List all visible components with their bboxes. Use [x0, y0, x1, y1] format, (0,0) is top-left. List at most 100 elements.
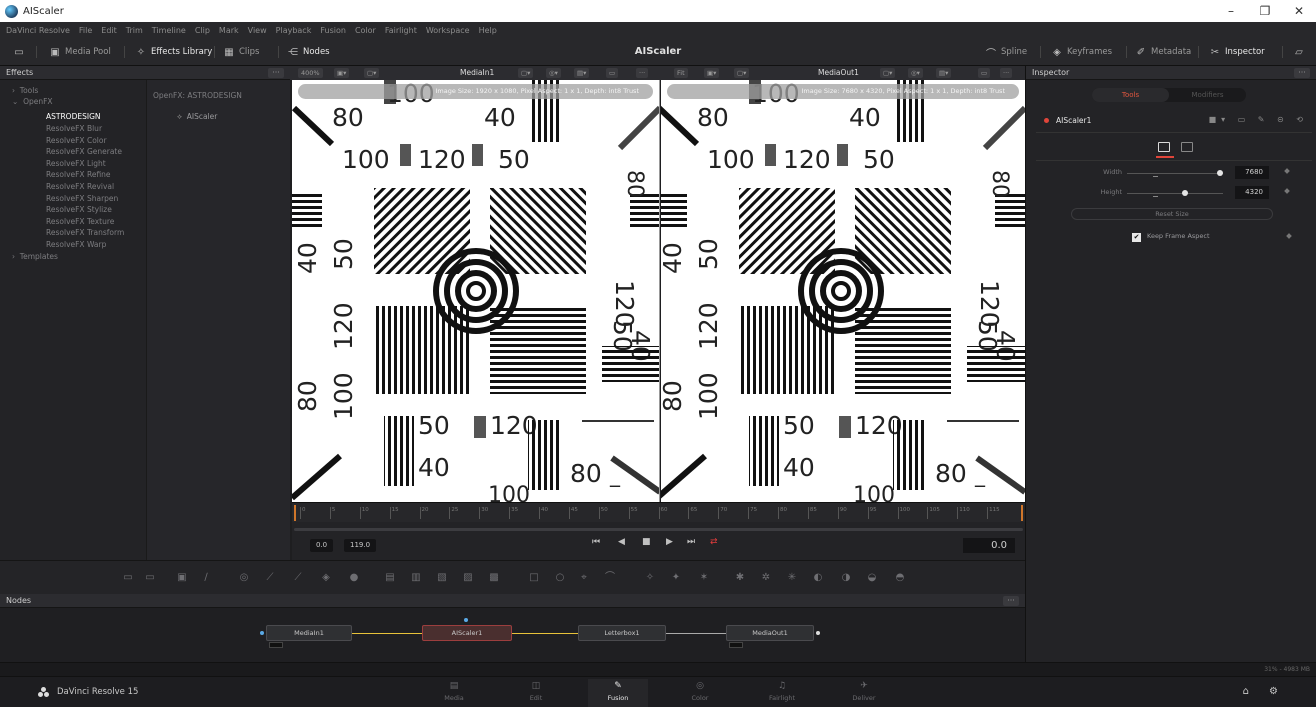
nodes-button[interactable]: ⋲ Nodes	[286, 44, 330, 60]
tree-item-tools[interactable]: › Tools	[12, 85, 38, 96]
render-range-start[interactable]	[294, 505, 296, 521]
height-keyframe-icon[interactable]	[1284, 188, 1290, 194]
particle-emitter-icon[interactable]: ✦	[670, 572, 682, 583]
tree-item-openfx[interactable]: ⌄ OpenFX	[12, 96, 53, 107]
background-tool-icon[interactable]: ▭	[122, 572, 134, 583]
metadata-button[interactable]: ✐ Metadata	[1134, 44, 1191, 60]
page-color[interactable]: ◎ Color	[670, 679, 730, 707]
page-fusion[interactable]: ✎ Fusion	[588, 679, 648, 707]
global-start-field[interactable]: 0.0	[310, 539, 334, 552]
go-to-start-button[interactable]: ⏮	[592, 537, 600, 547]
loader-tool-icon[interactable]: ▤	[384, 572, 396, 583]
page-media[interactable]: ▤ Media	[424, 679, 484, 707]
effects-library-button[interactable]: ✧ Effects Library	[134, 44, 213, 60]
camera3d-tool-icon[interactable]: ◐	[812, 572, 824, 583]
particle-render-icon[interactable]: ✶	[698, 572, 710, 583]
render-range-end[interactable]	[1021, 505, 1023, 521]
viewer-right-roi[interactable]: ▢▾	[734, 68, 750, 78]
toolbar-extra-button[interactable]: ▱	[1292, 44, 1309, 60]
loop-button[interactable]: ⇄	[710, 537, 718, 547]
effects-options-button[interactable]: ···	[268, 68, 284, 78]
stop-button[interactable]: ■	[642, 537, 651, 547]
page-fairlight[interactable]: ♫ Fairlight	[752, 679, 812, 707]
node-mask-port[interactable]	[464, 618, 468, 622]
tree-item-resolvefx-blur[interactable]: ResolveFX Blur	[46, 123, 102, 134]
merge3d-tool-icon[interactable]: ✳	[786, 572, 798, 583]
bspline-mask-icon[interactable]: ⌒	[604, 572, 616, 583]
tree-item-resolvefx-texture[interactable]: ResolveFX Texture	[46, 216, 114, 227]
menu-view[interactable]: View	[248, 26, 267, 35]
node-input-port[interactable]	[260, 631, 264, 635]
node-letterbox1[interactable]: Letterbox1	[578, 625, 666, 641]
color-tool-icon[interactable]: ◈	[320, 572, 332, 583]
reset-size-button[interactable]: Reset Size	[1071, 208, 1273, 220]
minimize-button[interactable]: –	[1214, 0, 1248, 22]
width-slider-knob[interactable]	[1217, 170, 1223, 176]
menu-file[interactable]: File	[79, 26, 92, 35]
node-aiscaler1[interactable]: AIScaler1	[422, 625, 512, 641]
tree-item-resolvefx-refine[interactable]: ResolveFX Refine	[46, 169, 111, 180]
viewer-right-option-2[interactable]: ◎▾	[908, 68, 923, 78]
media-pool-button[interactable]: ▣ Media Pool	[48, 44, 111, 60]
settings-icon[interactable]: ⚙	[1269, 686, 1298, 697]
tool-row-actions[interactable]: ■▾ ▭ ✎ ⊝ ⟲	[1209, 115, 1308, 124]
play-reverse-button[interactable]: ◀	[618, 537, 625, 547]
global-end-field[interactable]: 119.0	[344, 539, 377, 552]
menu-color[interactable]: Color	[355, 26, 376, 35]
controls-page-tab[interactable]	[1158, 142, 1170, 152]
node-output-port[interactable]	[816, 631, 820, 635]
tree-item-astrodesign[interactable]: ASTRODESIGN	[46, 111, 101, 122]
viewer-right-channels[interactable]: ▣▾	[704, 68, 720, 78]
particle-tool-icon[interactable]: ✧	[644, 572, 656, 583]
viewer-left-option-4[interactable]: ▭	[606, 68, 619, 78]
width-value-field[interactable]: 7680	[1235, 166, 1269, 179]
spline-button[interactable]: ⌒ Spline	[984, 44, 1027, 60]
height-slider-knob[interactable]	[1182, 190, 1188, 196]
light3d-tool-icon[interactable]: ◑	[840, 572, 852, 583]
viewer-left[interactable]: 100 80 100 120 40 50 40 50 120 80	[292, 80, 660, 502]
clips-button[interactable]: ▦ Clips	[222, 44, 259, 60]
crop-tool-icon[interactable]: ▩	[488, 572, 500, 583]
viewer-right-option-3[interactable]: ▤▾	[936, 68, 952, 78]
text-tool-icon[interactable]: ▣	[176, 572, 188, 583]
height-slider-track[interactable]	[1127, 193, 1223, 194]
viewer-left-roi[interactable]: ▢▾	[364, 68, 380, 78]
page-edit[interactable]: ◫ Edit	[506, 679, 566, 707]
channel-tool-icon[interactable]: ▧	[436, 572, 448, 583]
current-time-field[interactable]: 0.0	[963, 538, 1015, 553]
effect-item-aiscaler[interactable]: ⟡ AIScaler	[177, 111, 217, 122]
keep-aspect-keyframe-icon[interactable]	[1286, 233, 1292, 239]
menu-timeline[interactable]: Timeline	[152, 26, 186, 35]
keep-frame-aspect-checkbox[interactable]: ✔ Keep Frame Aspect	[1132, 231, 1210, 242]
tree-item-templates[interactable]: › Templates	[12, 251, 58, 262]
menu-mark[interactable]: Mark	[219, 26, 239, 35]
tab-tools[interactable]: Tools	[1092, 88, 1169, 102]
viewer-right-option-4[interactable]: ▭	[978, 68, 991, 78]
tree-item-resolvefx-revival[interactable]: ResolveFX Revival	[46, 181, 114, 192]
menu-help[interactable]: Help	[479, 26, 497, 35]
viewer-right-zoom[interactable]: Fit	[674, 68, 688, 78]
polygon-mask-icon[interactable]: ⌖	[578, 572, 590, 583]
maximize-button[interactable]: ❐	[1248, 0, 1282, 22]
tree-item-resolvefx-warp[interactable]: ResolveFX Warp	[46, 239, 106, 250]
menu-davinci-resolve[interactable]: DaVinci Resolve	[6, 26, 70, 35]
viewer-left-zoom[interactable]: 400%	[298, 68, 323, 78]
inspector-tool-row[interactable]: AIScaler1 ■▾ ▭ ✎ ⊝ ⟲	[1036, 115, 1312, 129]
transform-tool-icon[interactable]: ⟋	[264, 572, 276, 583]
settings-page-tab[interactable]	[1180, 142, 1193, 152]
toolbar-collapse-button[interactable]: ▭	[12, 44, 29, 60]
viewer-right-option[interactable]: ▢▾	[880, 68, 896, 78]
tree-item-resolvefx-sharpen[interactable]: ResolveFX Sharpen	[46, 193, 118, 204]
viewer-left-option[interactable]: ▢▾	[518, 68, 534, 78]
tab-modifiers[interactable]: Modifiers	[1169, 88, 1246, 102]
node-mediain1[interactable]: MediaIn1	[266, 625, 352, 648]
paint-tool-icon[interactable]: ▭	[144, 572, 156, 583]
keyframes-button[interactable]: ◈ Keyframes	[1050, 44, 1112, 60]
viewer-left-option-2[interactable]: ◎▾	[546, 68, 561, 78]
go-to-end-button[interactable]: ⏭	[687, 537, 695, 547]
menu-trim[interactable]: Trim	[126, 26, 143, 35]
ellipse-mask-icon[interactable]: ○	[554, 572, 566, 583]
blur-tool-icon[interactable]: ⟋	[292, 572, 304, 583]
tree-item-resolvefx-light[interactable]: ResolveFX Light	[46, 158, 106, 169]
menu-workspace[interactable]: Workspace	[426, 26, 470, 35]
